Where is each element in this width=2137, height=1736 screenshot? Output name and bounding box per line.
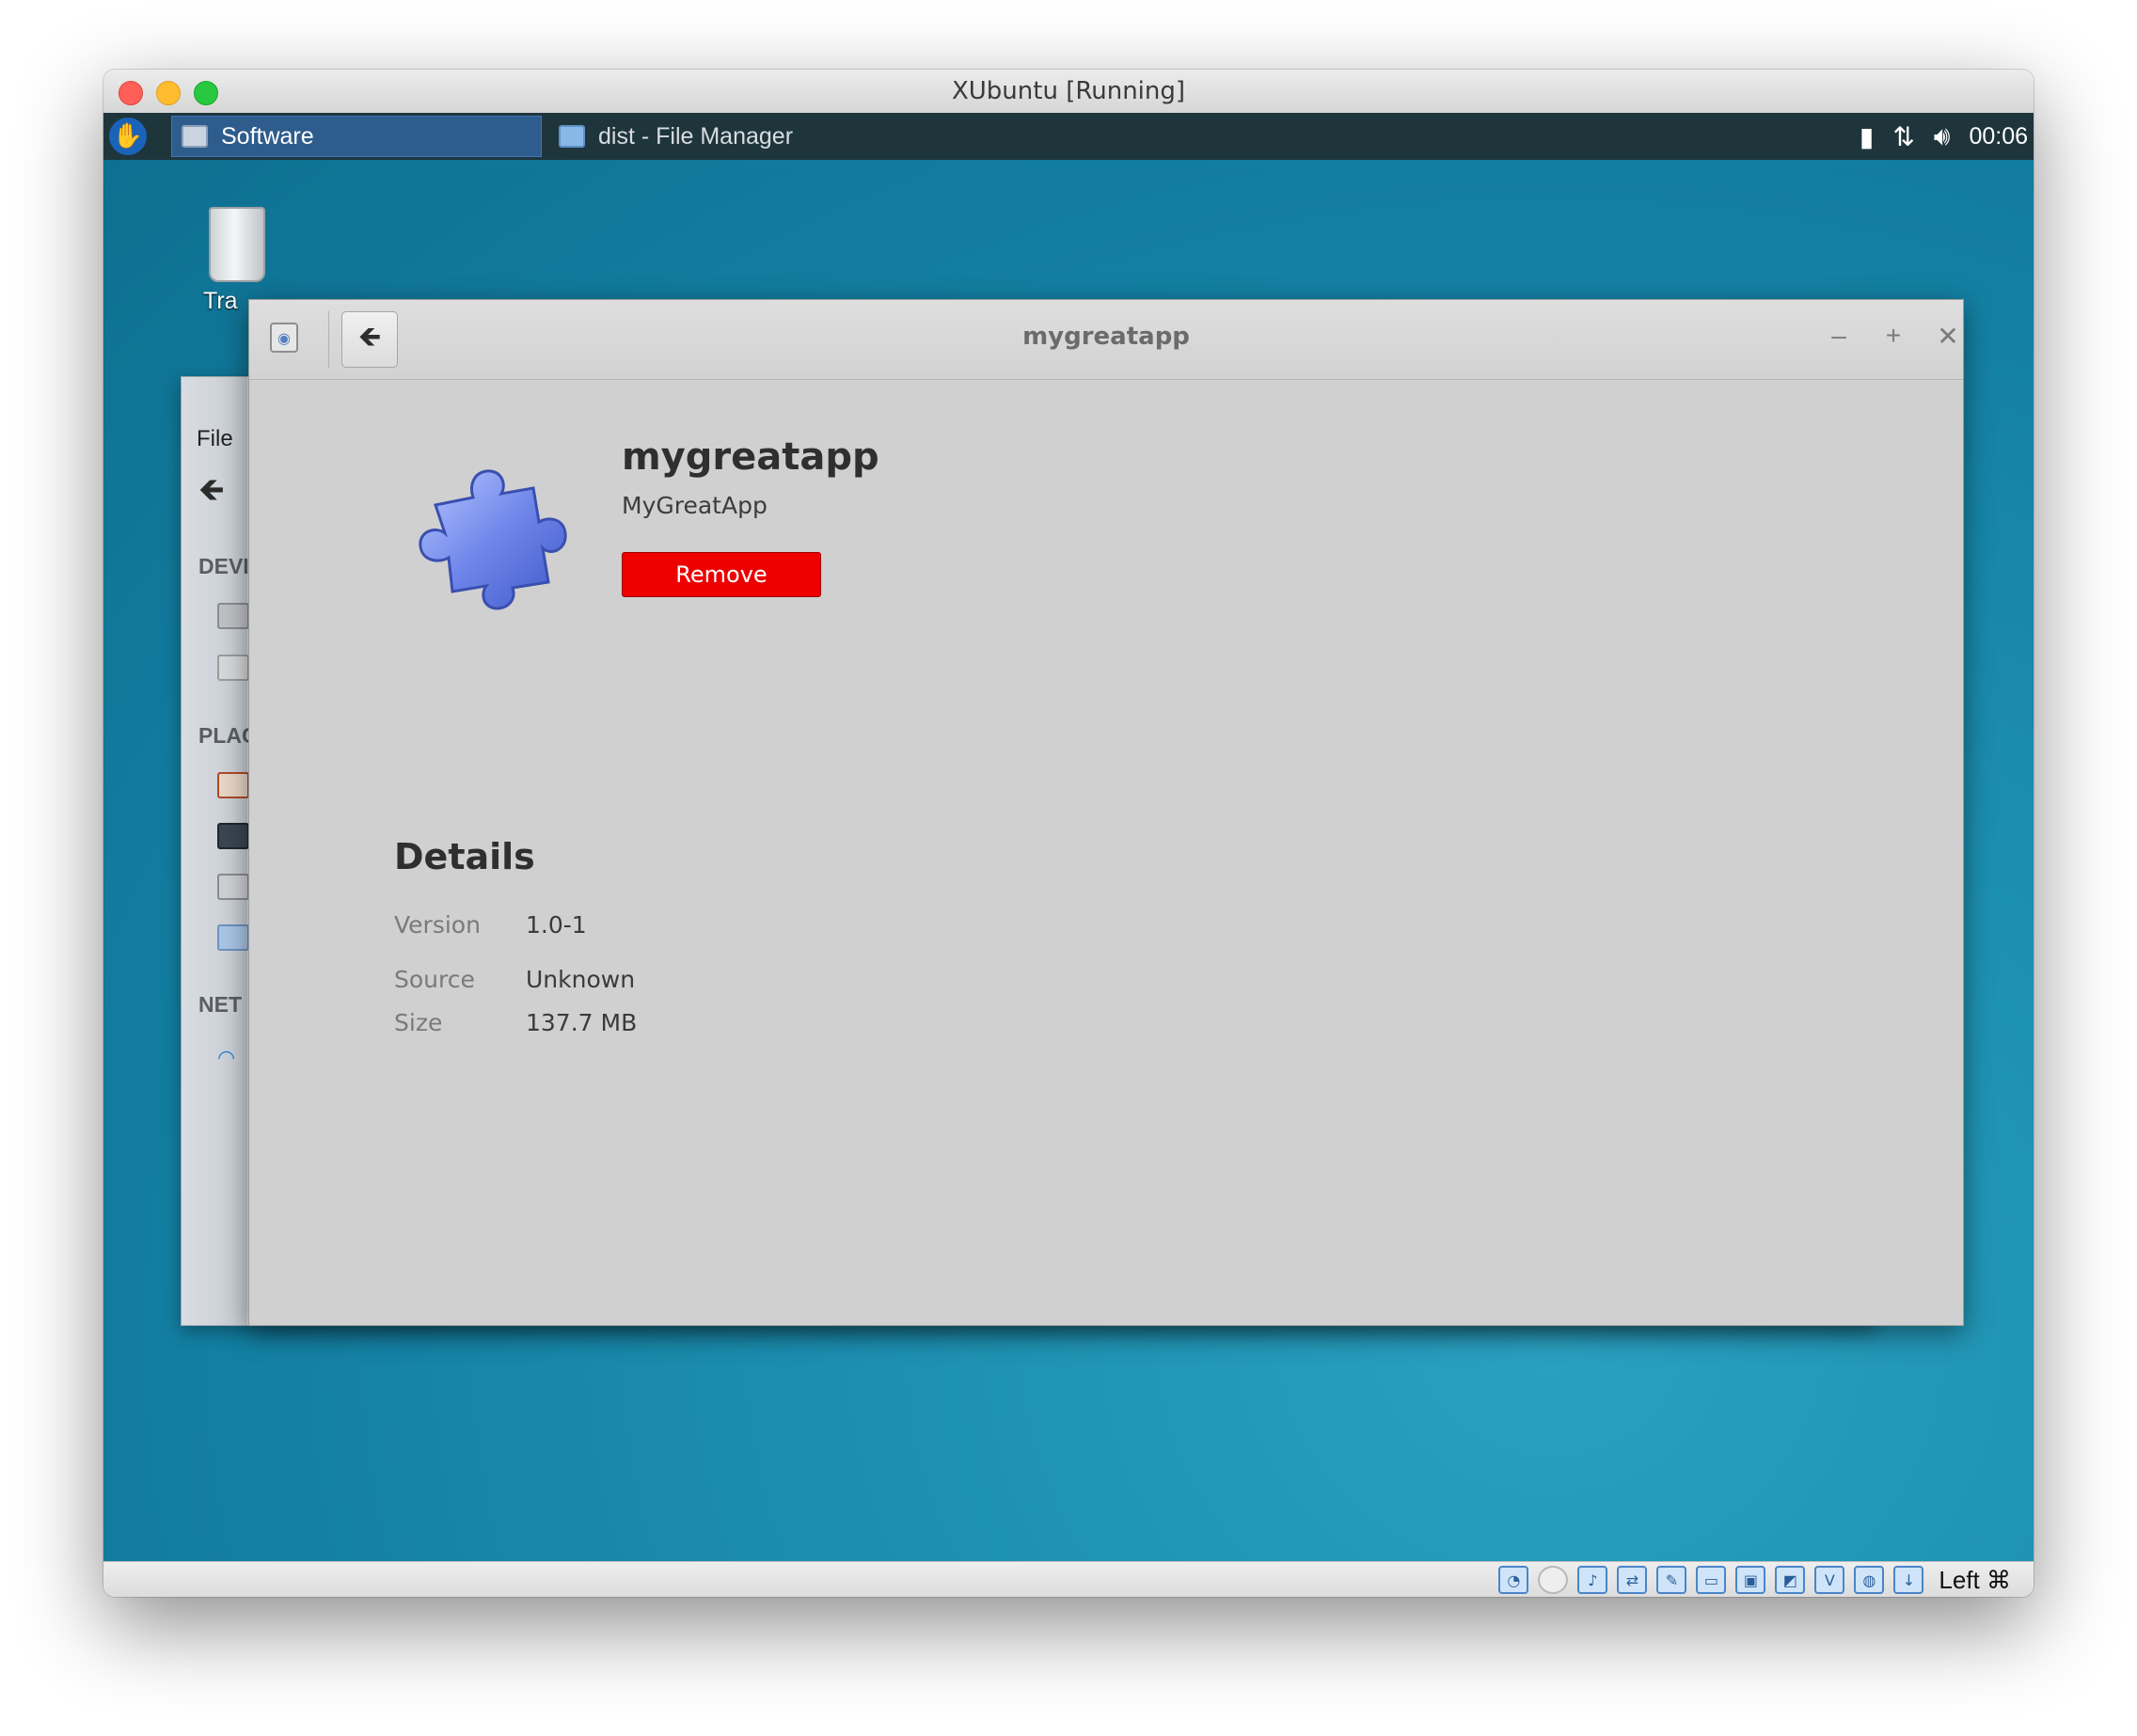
usb-icon[interactable]: ✎ <box>1656 1566 1687 1594</box>
virtualbox-window: XUbuntu [Running] ✋ Software dist - File… <box>103 70 2034 1597</box>
volume-icon[interactable]: 🔊︎ <box>1934 120 1951 152</box>
taskbar-item-label: Software <box>221 122 314 150</box>
wifi-icon[interactable]: ◠ <box>217 1047 245 1070</box>
cpu-icon[interactable]: V <box>1814 1566 1845 1594</box>
desktop-icon[interactable] <box>217 823 249 849</box>
virtualbox-status-bar: ◔ ♪ ⇄ ✎ ▭ ▣ ◩ V ◍ ↓ Left ⌘ <box>103 1561 2034 1597</box>
network-icon[interactable]: ⇄ <box>1617 1566 1648 1594</box>
folder-icon[interactable] <box>217 924 249 951</box>
software-window: ◉ 🡸 mygreatapp – + ✕ mygreatapp MyGreatA… <box>248 299 1964 1326</box>
window-title: mygreatapp <box>1022 323 1190 351</box>
app-summary: MyGreatApp <box>622 492 768 519</box>
remove-button[interactable]: Remove <box>622 552 821 597</box>
drive-icon[interactable] <box>217 655 249 681</box>
clock[interactable]: 00:06 <box>1969 123 2028 150</box>
taskbar-item-software[interactable]: Software <box>171 116 542 157</box>
trash-icon <box>209 207 265 282</box>
drive-icon[interactable] <box>217 603 249 629</box>
home-icon[interactable] <box>217 772 249 798</box>
detail-key: Size <box>394 1009 443 1036</box>
minimize-button[interactable]: – <box>1818 315 1860 356</box>
back-arrow-icon[interactable]: 🡸 <box>198 467 225 521</box>
battery-icon[interactable]: ▮ <box>1860 121 1874 152</box>
display-icon[interactable]: ▣ <box>1735 1566 1766 1594</box>
puzzle-piece-icon <box>419 469 567 610</box>
shared-folders-icon[interactable]: ▭ <box>1696 1566 1727 1594</box>
hard-disk-icon[interactable]: ◔ <box>1498 1566 1529 1594</box>
mouse-integration-icon[interactable]: ◍ <box>1854 1566 1885 1594</box>
host-key-label: Left ⌘ <box>1939 1565 2011 1594</box>
menu-file[interactable]: File <box>197 426 233 452</box>
sidebar-section-network: NET <box>198 992 242 1017</box>
guest-desktop: ✋ Software dist - File Manager ▮ ⇅ 🔊︎ 00… <box>103 113 2034 1561</box>
detail-value: Unknown <box>526 966 636 993</box>
vm-window-title: XUbuntu [Running] <box>951 77 1186 105</box>
close-button[interactable]: ✕ <box>1927 315 1963 356</box>
app-name: mygreatapp <box>622 435 879 479</box>
status-icons: ◔ ♪ ⇄ ✎ ▭ ▣ ◩ V ◍ ↓ Left ⌘ <box>1498 1564 2011 1596</box>
maximize-button[interactable]: + <box>1873 315 1914 356</box>
taskbar-item-file-manager[interactable]: dist - File Manager <box>549 116 831 157</box>
keyboard-capture-icon[interactable]: ↓ <box>1893 1566 1924 1594</box>
folder-icon <box>559 125 585 148</box>
detail-value: 137.7 MB <box>526 1009 638 1036</box>
details-heading: Details <box>394 836 535 877</box>
detail-value: 1.0-1 <box>526 911 587 939</box>
system-tray: ▮ ⇅ 🔊︎ 00:06 <box>1860 113 2028 160</box>
sidebar-section-devices: DEVI <box>198 554 249 578</box>
detail-key: Version <box>394 911 481 939</box>
software-app-icon <box>182 125 208 148</box>
software-headerbar: ◉ 🡸 mygreatapp – + ✕ <box>249 300 1963 380</box>
detail-key: Source <box>394 966 475 993</box>
video-capture-icon[interactable]: ◩ <box>1775 1566 1806 1594</box>
trash-icon[interactable] <box>217 874 249 900</box>
vm-titlebar: XUbuntu [Running] <box>103 70 2034 114</box>
taskbar-item-label: dist - File Manager <box>598 122 794 150</box>
xfce-panel: ✋ Software dist - File Manager ▮ ⇅ 🔊︎ 00… <box>103 113 2034 160</box>
xfce-menu-button[interactable]: ✋ <box>109 118 147 155</box>
audio-icon[interactable]: ♪ <box>1577 1566 1608 1594</box>
xfce-mouse-icon: ✋ <box>112 122 144 150</box>
network-transfer-icon[interactable]: ⇅ <box>1892 121 1914 152</box>
optical-drive-icon[interactable] <box>1538 1566 1569 1594</box>
